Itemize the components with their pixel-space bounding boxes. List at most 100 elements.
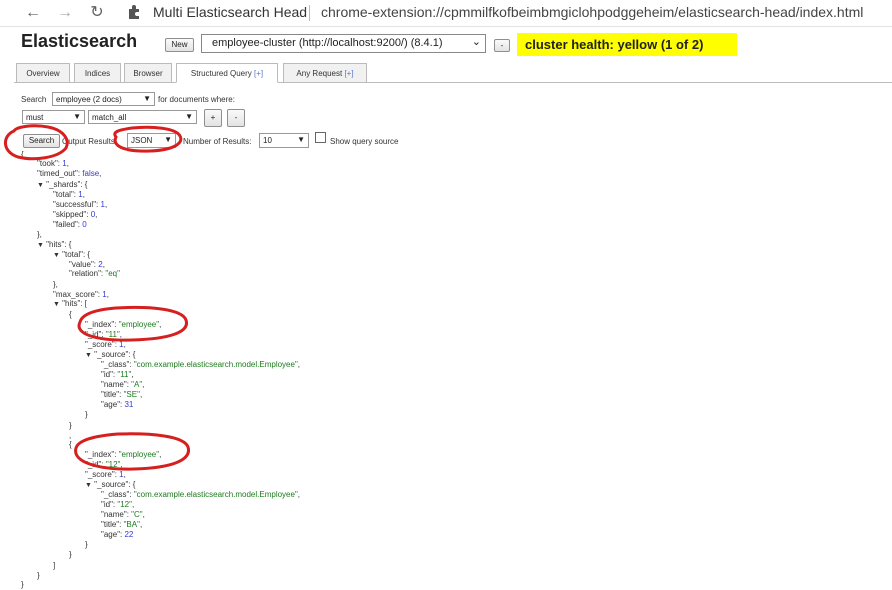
reload-icon[interactable]: ↻ xyxy=(88,4,106,22)
json-line: "total": 1, xyxy=(53,190,85,199)
puzzle-icon xyxy=(129,5,139,19)
json-value: "C" xyxy=(131,510,143,519)
cluster-select[interactable]: employee-cluster (http://localhost:9200/… xyxy=(201,34,486,53)
json-line: "_class": "com.example.elasticsearch.mod… xyxy=(101,360,301,369)
chevron-down-icon: ▼ xyxy=(143,94,151,103)
json-line: } xyxy=(21,580,24,589)
json-value: "12" xyxy=(117,500,132,509)
json-line: "id": "11", xyxy=(101,370,134,379)
bool-select[interactable]: must ▼ xyxy=(22,110,85,124)
tab-label: Overview xyxy=(26,69,60,78)
remove-clause-button[interactable]: - xyxy=(227,109,245,127)
json-line: ] xyxy=(53,561,56,570)
collapse-triangle-icon[interactable]: ▼ xyxy=(85,482,92,489)
json-line: "skipped": 0, xyxy=(53,210,98,219)
json-line: { xyxy=(69,440,72,449)
json-line: "age": 22 xyxy=(101,530,134,539)
json-line: "title": "SE", xyxy=(101,390,143,399)
json-line: } xyxy=(37,571,40,580)
json-value: false xyxy=(82,169,100,178)
json-line: "_score": 1, xyxy=(85,340,126,349)
json-value: 0 xyxy=(82,220,87,229)
tab-plus: [+] xyxy=(344,69,354,78)
collapse-triangle-icon[interactable]: ▼ xyxy=(37,242,44,249)
json-line: "age": 31 xyxy=(101,400,134,409)
json-line: "failed": 0 xyxy=(53,220,87,229)
json-value: 1 xyxy=(62,159,67,168)
json-line: "_index": "employee", xyxy=(85,450,162,459)
search-button[interactable]: Search xyxy=(23,134,60,148)
tab-indices[interactable]: Indices xyxy=(74,63,121,83)
json-value: "eq" xyxy=(105,269,120,278)
json-line: "timed_out": false, xyxy=(37,169,102,178)
forward-icon[interactable]: → xyxy=(56,4,74,22)
json-line: { xyxy=(69,310,72,319)
chevron-down-icon: ⌄ xyxy=(471,36,481,48)
collapse-triangle-icon[interactable]: ▼ xyxy=(53,301,60,308)
collapse-triangle-icon[interactable]: ▼ xyxy=(53,252,60,259)
tab-any-request[interactable]: Any Request [+] xyxy=(283,63,367,83)
tab-label: Indices xyxy=(84,69,111,78)
json-line: }, xyxy=(37,230,42,239)
json-line: "_index": "employee", xyxy=(85,320,162,329)
collapse-triangle-icon[interactable]: ▼ xyxy=(37,182,44,189)
address-separator xyxy=(309,5,310,21)
json-line: "took": 1, xyxy=(37,159,69,168)
show-query-source-label: Show query source xyxy=(330,137,399,146)
chevron-down-icon: ▼ xyxy=(297,135,305,144)
json-line: } xyxy=(85,540,88,549)
output-format-select[interactable]: JSON ▼ xyxy=(127,133,176,148)
tab-title: Multi Elasticsearch Head xyxy=(153,4,308,20)
json-line: "_class": "com.example.elasticsearch.mod… xyxy=(101,490,301,499)
json-value: "11" xyxy=(105,330,120,339)
clause-select[interactable]: match_all ▼ xyxy=(88,110,197,124)
tab-label: Any Request xyxy=(296,69,345,78)
chevron-down-icon: ▼ xyxy=(73,112,81,121)
json-line: "name": "A", xyxy=(101,380,145,389)
tab-plus: [+] xyxy=(254,69,264,78)
json-value: 1 xyxy=(102,290,107,299)
tab-label: Browser xyxy=(133,69,163,78)
json-value: 1 xyxy=(119,470,124,479)
tab-overview[interactable]: Overview xyxy=(16,63,70,83)
tab-browser[interactable]: Browser xyxy=(124,63,172,83)
json-line[interactable]: ▼ "hits": [ xyxy=(53,299,87,310)
json-value: "11" xyxy=(117,370,132,379)
tab-structured-query[interactable]: Structured Query [+] xyxy=(176,63,278,83)
chevron-down-icon: ▼ xyxy=(164,135,172,144)
json-line: "_score": 1, xyxy=(85,470,126,479)
index-select[interactable]: employee (2 docs) ▼ xyxy=(52,92,155,106)
new-cluster-button[interactable]: New xyxy=(165,38,194,52)
show-query-source-checkbox[interactable] xyxy=(315,132,326,143)
output-results-label: Output Results: xyxy=(62,137,118,146)
json-line: "_id": "12", xyxy=(85,460,123,469)
json-line: "relation": "eq" xyxy=(69,269,120,278)
json-value: "12" xyxy=(105,460,121,469)
collapse-triangle-icon[interactable]: ▼ xyxy=(85,352,92,359)
json-line: { xyxy=(21,150,24,159)
clause-select-value: match_all xyxy=(92,113,127,122)
json-value: 1 xyxy=(100,200,105,209)
index-select-value: employee (2 docs) xyxy=(56,95,122,104)
back-icon[interactable]: ← xyxy=(24,4,42,22)
json-value: "employee" xyxy=(118,320,160,329)
json-line: "_id": "11", xyxy=(85,330,123,339)
tab-label: Structured Query xyxy=(190,69,254,78)
json-line: } xyxy=(69,550,72,559)
json-value: 2 xyxy=(98,260,103,269)
json-value: "SE" xyxy=(123,390,140,399)
cluster-health-badge: cluster health: yellow (1 of 2) xyxy=(517,33,737,56)
number-of-results-select[interactable]: 10 ▼ xyxy=(259,133,309,148)
json-line: } xyxy=(85,410,88,419)
json-value: 1 xyxy=(78,190,83,199)
json-line: } xyxy=(69,421,72,430)
json-value: 31 xyxy=(124,400,134,409)
add-clause-button[interactable]: + xyxy=(204,109,222,127)
json-value: 22 xyxy=(124,530,134,539)
address-bar[interactable]: chrome-extension://cpmmilfkofbeimbmgiclo… xyxy=(321,4,863,20)
browser-toolbar: ← → ↻ Multi Elasticsearch Head chrome-ex… xyxy=(0,0,892,27)
bool-select-value: must xyxy=(26,113,44,122)
remove-cluster-button[interactable]: - xyxy=(494,39,510,52)
json-value: "com.example.elasticsearch.model.Employe… xyxy=(133,360,298,369)
json-line: }, xyxy=(53,280,58,289)
